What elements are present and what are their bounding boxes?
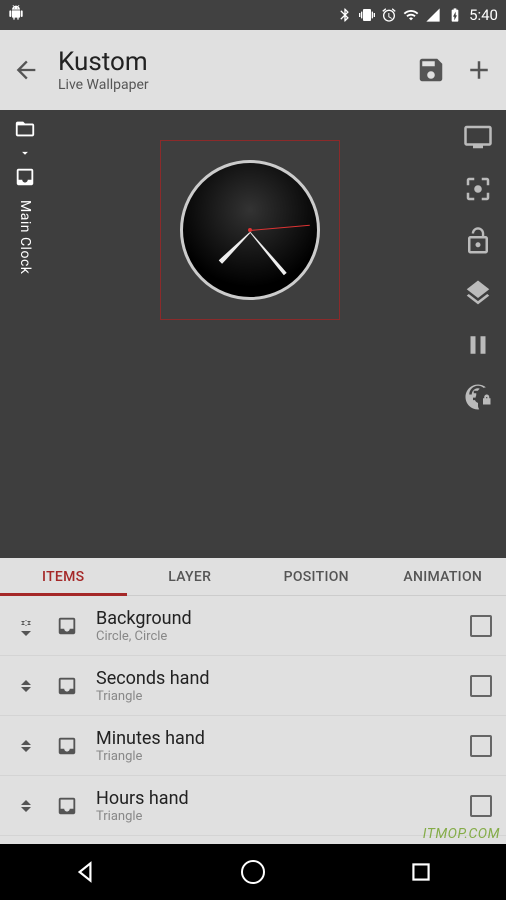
tab-label: ANIMATION bbox=[403, 569, 482, 585]
bluetooth-icon bbox=[337, 7, 353, 23]
drag-handle-icon[interactable] bbox=[14, 734, 38, 758]
right-tool-rail bbox=[450, 110, 506, 558]
selection-box[interactable] bbox=[160, 140, 340, 320]
status-time: 5:40 bbox=[469, 6, 498, 24]
title-block: Kustom Live Wallpaper bbox=[58, 47, 398, 93]
display-icon[interactable] bbox=[463, 122, 493, 152]
app-subtitle: Live Wallpaper bbox=[58, 77, 398, 93]
seconds-hand bbox=[250, 225, 310, 231]
layers-icon[interactable] bbox=[463, 278, 493, 308]
item-checkbox[interactable] bbox=[470, 615, 492, 637]
layer-inbox-icon bbox=[52, 615, 82, 637]
preview-canvas[interactable] bbox=[50, 110, 450, 558]
item-text: Hours hand Triangle bbox=[96, 788, 456, 824]
chevron-down-icon bbox=[11, 146, 39, 160]
item-title: Minutes hand bbox=[96, 728, 456, 749]
tabs: ITEMS LAYER POSITION ANIMATION bbox=[0, 558, 506, 596]
item-subtitle: Triangle bbox=[96, 689, 456, 704]
tab-label: ITEMS bbox=[42, 569, 84, 585]
tab-label: LAYER bbox=[168, 569, 211, 585]
items-list: Background Circle, Circle Seconds hand T… bbox=[0, 596, 506, 844]
folder-open-icon[interactable] bbox=[11, 118, 39, 140]
android-icon bbox=[8, 5, 24, 21]
center-focus-icon[interactable] bbox=[463, 174, 493, 204]
drag-handle-icon[interactable] bbox=[14, 614, 38, 638]
item-text: Seconds hand Triangle bbox=[96, 668, 456, 704]
save-button[interactable] bbox=[416, 55, 446, 85]
signal-icon bbox=[425, 7, 441, 23]
hours-hand bbox=[219, 231, 252, 264]
tab-items[interactable]: ITEMS bbox=[0, 558, 127, 595]
drag-handle-icon[interactable] bbox=[14, 674, 38, 698]
tab-position[interactable]: POSITION bbox=[253, 558, 380, 595]
tab-animation[interactable]: ANIMATION bbox=[380, 558, 506, 595]
breadcrumb-label: Main Clock bbox=[17, 200, 33, 274]
layer-inbox-icon bbox=[52, 735, 82, 757]
tab-layer[interactable]: LAYER bbox=[127, 558, 254, 595]
clock-object[interactable] bbox=[180, 160, 320, 300]
item-title: Seconds hand bbox=[96, 668, 456, 689]
minutes-hand bbox=[248, 231, 286, 276]
item-subtitle: Triangle bbox=[96, 749, 456, 764]
item-subtitle: Circle, Circle bbox=[96, 629, 456, 644]
lock-open-icon[interactable] bbox=[463, 226, 493, 256]
layer-inbox-icon bbox=[52, 795, 82, 817]
drag-handle-icon[interactable] bbox=[14, 794, 38, 818]
clock-pivot bbox=[248, 228, 252, 232]
left-breadcrumb-rail: Main Clock bbox=[0, 110, 50, 558]
item-text: Minutes hand Triangle bbox=[96, 728, 456, 764]
layer-inbox-icon bbox=[52, 675, 82, 697]
nav-recent-icon[interactable] bbox=[408, 859, 434, 885]
nav-back-icon[interactable] bbox=[72, 859, 98, 885]
tab-label: POSITION bbox=[284, 569, 349, 585]
inbox-icon[interactable] bbox=[11, 166, 39, 188]
back-button[interactable] bbox=[12, 56, 40, 84]
status-bar: 5:40 bbox=[0, 0, 506, 30]
item-checkbox[interactable] bbox=[470, 675, 492, 697]
nav-home-icon[interactable] bbox=[241, 860, 265, 884]
item-title: Hours hand bbox=[96, 788, 456, 809]
app-bar: Kustom Live Wallpaper bbox=[0, 30, 506, 110]
item-subtitle: Triangle bbox=[96, 809, 456, 824]
list-item[interactable]: Seconds hand Triangle bbox=[0, 656, 506, 716]
globe-lock-icon[interactable] bbox=[463, 382, 493, 412]
canvas-area: Main Clock bbox=[0, 110, 506, 558]
alarm-icon bbox=[381, 7, 397, 23]
item-title: Background bbox=[96, 608, 456, 629]
list-item[interactable]: Background Circle, Circle bbox=[0, 596, 506, 656]
item-checkbox[interactable] bbox=[470, 795, 492, 817]
add-button[interactable] bbox=[464, 55, 494, 85]
watermark: ITMOP.COM bbox=[423, 826, 500, 842]
wifi-icon bbox=[403, 7, 419, 23]
list-item[interactable]: Minutes hand Triangle bbox=[0, 716, 506, 776]
pause-icon[interactable] bbox=[463, 330, 493, 360]
item-text: Background Circle, Circle bbox=[96, 608, 456, 644]
battery-charging-icon bbox=[447, 7, 463, 23]
item-checkbox[interactable] bbox=[470, 735, 492, 757]
app-title: Kustom bbox=[58, 47, 398, 77]
vibrate-icon bbox=[359, 7, 375, 23]
nav-bar bbox=[0, 844, 506, 900]
